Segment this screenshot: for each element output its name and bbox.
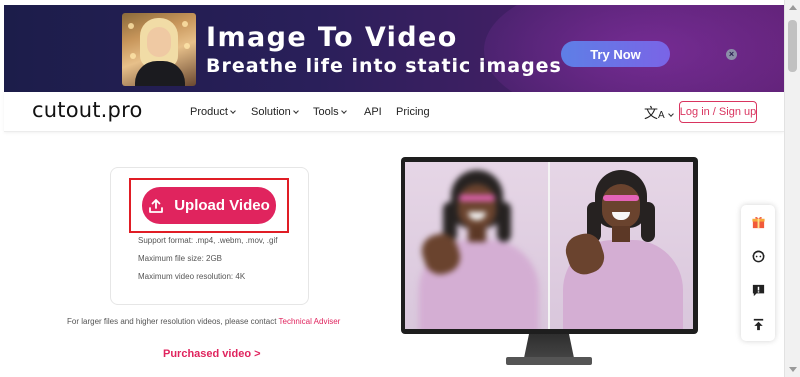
preview-screen	[405, 162, 693, 329]
upload-video-label: Upload Video	[174, 197, 270, 214]
nav-item-label: Tools	[313, 106, 339, 118]
nav-item-label: Solution	[251, 106, 291, 118]
support-button[interactable]	[741, 239, 775, 273]
chevron-down-icon	[667, 111, 674, 117]
banner-photo	[122, 13, 196, 86]
preview-before	[405, 162, 549, 329]
max-resolution-text: Maximum video resolution: 4K	[138, 272, 246, 281]
nav-item-product[interactable]: Product	[190, 106, 236, 118]
support-format-text: Support format: .mp4, .webm, .mov, .gif	[138, 236, 278, 245]
gift-icon	[751, 216, 765, 228]
chevron-down-icon	[340, 108, 347, 114]
feedback-button[interactable]	[741, 273, 775, 307]
close-icon[interactable]: ×	[726, 49, 737, 60]
preview-after	[549, 162, 693, 329]
page-scrollbar[interactable]	[784, 0, 800, 377]
purchased-video-link[interactable]: Purchased video >	[163, 348, 261, 360]
nav-item-label: Product	[190, 106, 228, 118]
logo[interactable]: cutout.pro	[32, 98, 143, 122]
banner-title: Image To Video	[206, 22, 458, 53]
banner-subtitle: Breathe life into static images	[206, 55, 562, 77]
comparison-divider[interactable]	[548, 162, 550, 329]
language-selector[interactable]: 文A	[644, 103, 674, 123]
login-signup-button[interactable]: Log in / Sign up	[679, 101, 757, 123]
contact-message: For larger files and higher resolution v…	[67, 317, 279, 326]
promo-banner[interactable]: Image To Video Breathe life into static …	[4, 5, 784, 92]
page: Image To Video Breathe life into static …	[0, 0, 800, 377]
top-nav: cutout.pro Product Solution Tools API Pr…	[4, 92, 784, 132]
chevron-down-icon	[230, 108, 236, 114]
monitor-base	[506, 357, 592, 365]
nav-item-api[interactable]: API	[364, 106, 382, 118]
nav-item-pricing[interactable]: Pricing	[396, 106, 430, 118]
technical-adviser-link[interactable]: Technical Adviser	[279, 317, 341, 326]
chevron-down-icon	[292, 108, 299, 114]
scrollbar-thumb[interactable]	[788, 20, 797, 72]
scroll-down-icon[interactable]	[789, 367, 797, 372]
try-now-button[interactable]: Try Now	[561, 41, 670, 67]
nav-item-solution[interactable]: Solution	[251, 106, 299, 118]
nav-item-tools[interactable]: Tools	[313, 106, 347, 118]
scroll-up-icon[interactable]	[789, 5, 797, 10]
monitor-stand	[524, 334, 574, 358]
nav-item-label: API	[364, 106, 382, 118]
upload-icon	[149, 198, 164, 213]
gift-button[interactable]	[741, 205, 775, 239]
feedback-icon	[752, 284, 764, 296]
back-to-top-button[interactable]	[741, 307, 775, 341]
nav-item-label: Pricing	[396, 106, 430, 118]
translate-icon: 文A	[644, 105, 665, 121]
side-toolbar	[741, 205, 775, 341]
upload-video-button[interactable]: Upload Video	[142, 187, 276, 224]
contact-text: For larger files and higher resolution v…	[67, 317, 340, 326]
support-agent-icon	[752, 250, 764, 262]
max-file-size-text: Maximum file size: 2GB	[138, 254, 223, 263]
back-to-top-icon	[753, 318, 763, 330]
